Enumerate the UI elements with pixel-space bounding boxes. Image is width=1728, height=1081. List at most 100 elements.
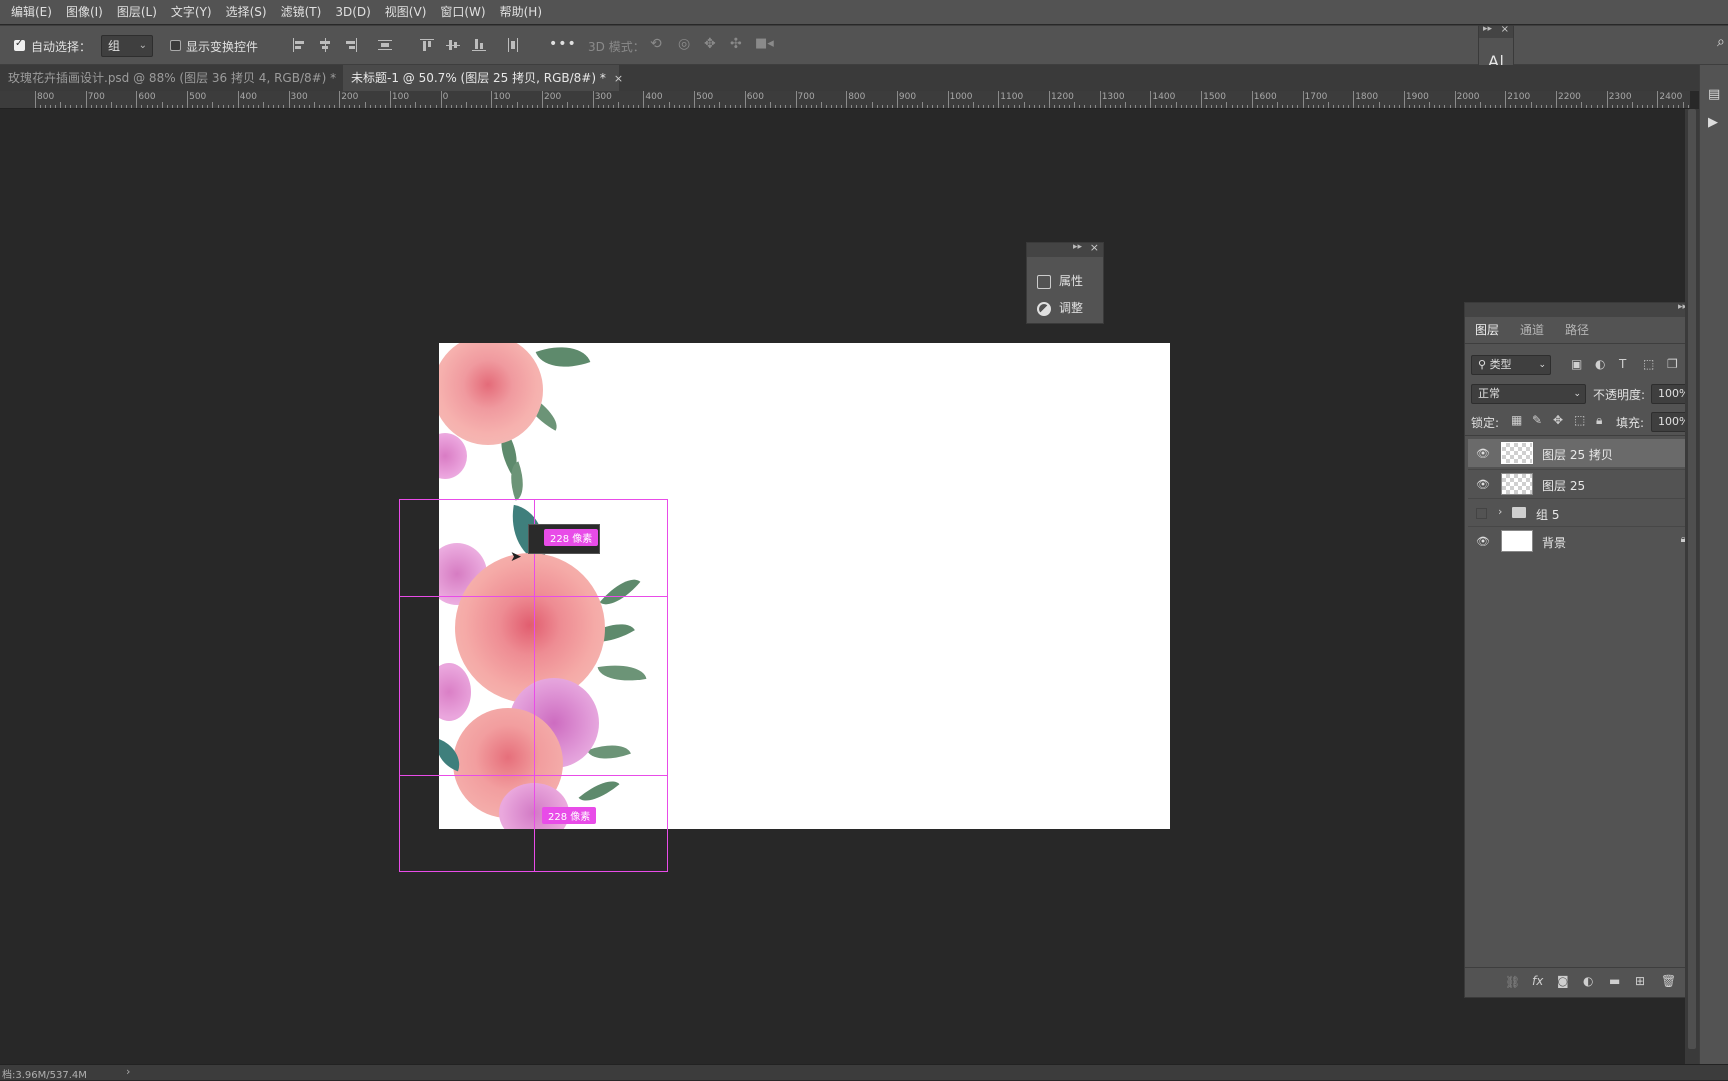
- vertical-scrollbar[interactable]: [1685, 109, 1699, 1064]
- link-icon[interactable]: ⛓︎: [1505, 975, 1520, 989]
- pan-3d-icon[interactable]: ✥: [704, 36, 716, 52]
- trash-icon[interactable]: 🗑︎: [1661, 974, 1676, 988]
- ruler-tick: [785, 105, 787, 108]
- ruler-tick: [653, 105, 655, 108]
- visibility-toggle[interactable]: [1476, 508, 1487, 519]
- scrollbar-thumb[interactable]: [1688, 109, 1696, 1049]
- collapse-icon[interactable]: ▸▸: [1483, 24, 1492, 34]
- ruler-tick: [1038, 105, 1040, 108]
- tab-rose-psd[interactable]: 玫瑰花卉插画设计.psd @ 88% (图层 36 拷贝 4, RGB/8#) …: [0, 65, 353, 91]
- orbit-3d-icon[interactable]: ⟲: [650, 36, 662, 52]
- menu-window[interactable]: 窗口(W): [433, 0, 492, 24]
- filter-kind-dropdown[interactable]: ⚲ 类型 ⌄: [1471, 355, 1551, 375]
- align-center-h-icon[interactable]: [318, 38, 332, 52]
- align-left-icon[interactable]: [292, 38, 306, 52]
- close-icon[interactable]: ×: [1501, 24, 1509, 35]
- ruler-tick: [1013, 105, 1015, 108]
- lock-all-icon[interactable]: 🔒︎: [1596, 413, 1602, 428]
- eye-icon[interactable]: 👁︎: [1476, 535, 1490, 548]
- collapse-icon[interactable]: ▸▸: [1073, 242, 1082, 252]
- horizontal-ruler[interactable]: 800 700 600 500 400 300 200 100 0 100 200 300 400 500…: [0, 91, 1690, 109]
- align-top-icon[interactable]: [420, 38, 434, 52]
- ruler-tick: [607, 105, 609, 108]
- panel-dock-icon[interactable]: ▤: [1708, 87, 1720, 102]
- eye-icon[interactable]: 👁︎: [1476, 447, 1490, 460]
- lock-move-icon[interactable]: ✥: [1553, 413, 1563, 427]
- filter-type-icon[interactable]: T: [1619, 357, 1626, 371]
- eye-icon[interactable]: 👁︎: [1476, 478, 1490, 491]
- tab-channels[interactable]: 通道: [1520, 321, 1544, 338]
- menu-filter[interactable]: 滤镜(T): [274, 0, 329, 24]
- blend-mode-dropdown[interactable]: 正常 ⌄: [1471, 384, 1586, 404]
- chevron-right-icon[interactable]: ›: [126, 1065, 130, 1078]
- layer-row[interactable]: › 组 5: [1468, 498, 1696, 526]
- ruler-tick: [678, 105, 680, 108]
- ruler-tick: [846, 91, 848, 108]
- ruler-tick: [481, 105, 483, 108]
- folder-icon: [1512, 507, 1526, 518]
- camera-3d-icon[interactable]: ■◂: [755, 36, 774, 51]
- menu-view[interactable]: 视图(V): [378, 0, 434, 24]
- ruler-tick: [288, 91, 290, 108]
- ruler-tick: [1429, 102, 1431, 108]
- menu-type[interactable]: 文字(Y): [164, 0, 219, 24]
- menu-layer[interactable]: 图层(L): [110, 0, 164, 24]
- align-center-v-icon[interactable]: [446, 38, 460, 52]
- roll-3d-icon[interactable]: ◎: [678, 36, 690, 52]
- adjustment-layer-icon[interactable]: ◐: [1583, 974, 1593, 988]
- panel-item-adjustments[interactable]: 调整: [1037, 299, 1083, 316]
- ruler-tick: [1490, 105, 1492, 108]
- folder-icon[interactable]: ▬: [1609, 974, 1620, 988]
- lock-transparent-icon[interactable]: ▦: [1511, 413, 1522, 427]
- ruler-tick: [1383, 105, 1385, 108]
- ruler-tick: [121, 105, 123, 108]
- ruler-tick: [1332, 105, 1334, 108]
- auto-select-checkbox[interactable]: [14, 38, 25, 51]
- close-icon[interactable]: ×: [614, 72, 623, 85]
- chevron-right-icon[interactable]: ›: [1498, 505, 1502, 518]
- slide-3d-icon[interactable]: ✣: [730, 36, 742, 52]
- mask-icon[interactable]: ◙: [1557, 974, 1569, 988]
- menu-3d[interactable]: 3D(D): [328, 0, 377, 24]
- search-icon[interactable]: ⌕: [1717, 34, 1725, 50]
- close-icon[interactable]: ×: [1090, 241, 1099, 254]
- filter-adjustment-icon[interactable]: ◐: [1595, 357, 1605, 371]
- ruler-label: 800: [848, 92, 866, 102]
- play-icon[interactable]: ▶: [1708, 115, 1718, 130]
- lock-artboard-icon[interactable]: ⬚: [1574, 413, 1585, 427]
- distribute-v-icon[interactable]: [506, 38, 520, 52]
- ruler-label: 2300: [1608, 92, 1632, 102]
- layer-row[interactable]: 👁︎ 图层 25: [1468, 469, 1696, 497]
- more-options-icon[interactable]: •••: [549, 36, 577, 52]
- ruler-tick: [998, 91, 1000, 108]
- menu-edit[interactable]: 编辑(E): [4, 0, 59, 24]
- ruler-tick: [384, 105, 386, 108]
- layer-name: 背景: [1542, 536, 1567, 550]
- align-right-icon[interactable]: [344, 38, 358, 52]
- ruler-tick: [1545, 105, 1547, 108]
- ruler-label: 2000: [1456, 92, 1480, 102]
- ruler-tick: [1657, 91, 1659, 108]
- fx-icon[interactable]: fx: [1532, 974, 1543, 988]
- auto-select-dropdown[interactable]: 组 ⌄: [101, 35, 153, 57]
- layer-row[interactable]: 👁︎ 图层 25 拷贝: [1468, 439, 1696, 467]
- tab-untitled-1[interactable]: 未标题-1 @ 50.7% (图层 25 拷贝, RGB/8#) * ×: [343, 65, 623, 91]
- tab-layers[interactable]: 图层: [1475, 321, 1499, 338]
- lock-brush-icon[interactable]: ✎: [1532, 413, 1542, 427]
- show-transform-checkbox[interactable]: [170, 40, 181, 51]
- panel-item-properties[interactable]: 属性: [1037, 272, 1083, 289]
- layer-row[interactable]: 👁︎ 背景 🔒︎: [1468, 526, 1696, 554]
- filter-pixel-icon[interactable]: ▣: [1571, 357, 1582, 371]
- menu-select[interactable]: 选择(S): [219, 0, 274, 24]
- filter-smart-object-icon[interactable]: ❐: [1667, 357, 1678, 371]
- distribute-h-icon[interactable]: [378, 38, 392, 52]
- tab-paths[interactable]: 路径: [1565, 321, 1589, 338]
- ruler-tick: [825, 105, 827, 108]
- menu-image[interactable]: 图像(I): [59, 0, 110, 24]
- filter-shape-icon[interactable]: ⬚: [1643, 357, 1654, 371]
- ruler-tick: [182, 105, 184, 108]
- new-layer-icon[interactable]: ⊞: [1635, 974, 1645, 988]
- align-bottom-icon[interactable]: [472, 38, 486, 52]
- menu-help[interactable]: 帮助(H): [493, 0, 549, 24]
- ruler-tick: [151, 105, 153, 108]
